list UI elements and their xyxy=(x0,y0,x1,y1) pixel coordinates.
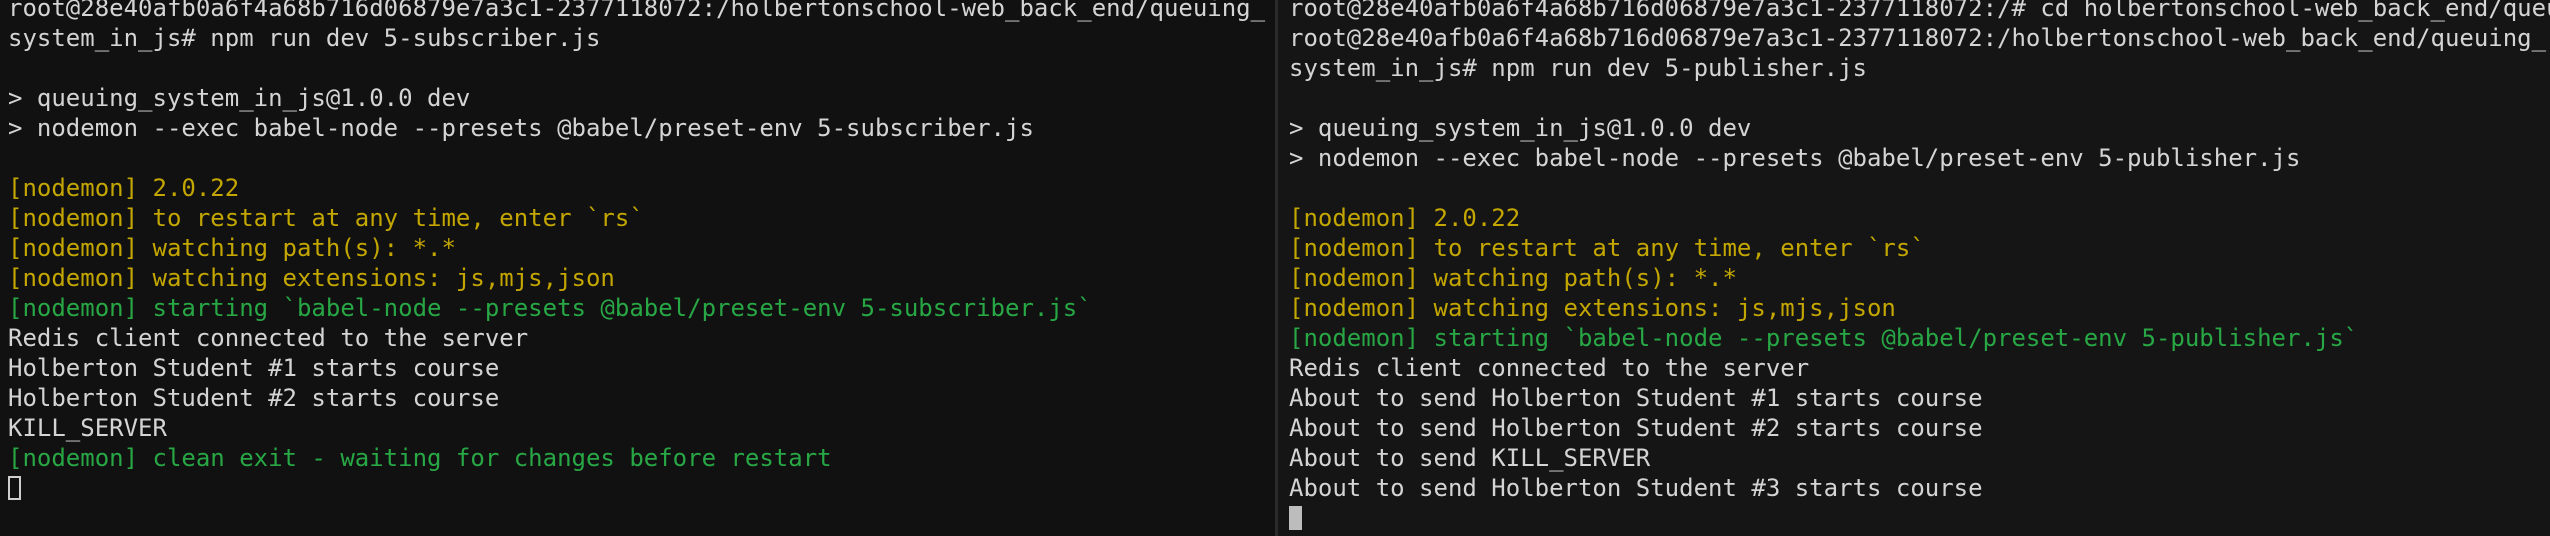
terminal-line: > nodemon --exec babel-node --presets @b… xyxy=(1289,144,2301,172)
terminal-line: [nodemon] 2.0.22 xyxy=(8,174,240,202)
terminal-line: About to send Holberton Student #1 start… xyxy=(1289,384,1983,412)
terminal-prompt-line xyxy=(1289,503,2550,533)
terminal-line: About to send Holberton Student #3 start… xyxy=(1289,474,1983,502)
terminal-line: [nodemon] starting `babel-node --presets… xyxy=(1289,324,2359,352)
terminal-line: [nodemon] watching extensions: js,mjs,js… xyxy=(8,264,615,292)
terminal-line: > nodemon --exec babel-node --presets @b… xyxy=(8,114,1034,142)
terminal-line: [nodemon] to restart at any time, enter … xyxy=(1289,234,1925,262)
publisher-terminal-output: root@28e40afb0a6f4a68b716d06879e7a3c1-23… xyxy=(1289,0,2550,533)
terminal-line: [nodemon] 2.0.22 xyxy=(1289,204,1521,232)
subscriber-terminal-pane[interactable]: root@28e40afb0a6f4a68b716d06879e7a3c1-23… xyxy=(0,0,1275,536)
terminal-line: [nodemon] watching extensions: js,mjs,js… xyxy=(1289,294,1896,322)
terminal-line: root@28e40afb0a6f4a68b716d06879e7a3c1-23… xyxy=(8,0,1266,22)
terminal-line: root@28e40afb0a6f4a68b716d06879e7a3c1-23… xyxy=(1289,24,2547,52)
terminal-line: About to send Holberton Student #2 start… xyxy=(1289,414,1983,442)
terminal-line: [nodemon] watching path(s): *.* xyxy=(1289,264,1737,292)
terminal-line: Redis client connected to the server xyxy=(1289,354,1810,382)
terminal-line: [nodemon] watching path(s): *.* xyxy=(8,234,456,262)
terminal-line: > queuing_system_in_js@1.0.0 dev xyxy=(1289,114,1752,142)
subscriber-terminal-output: root@28e40afb0a6f4a68b716d06879e7a3c1-23… xyxy=(8,0,1275,503)
terminal-line: KILL_SERVER xyxy=(8,414,167,442)
terminal-line: system_in_js# npm run dev 5-subscriber.j… xyxy=(8,24,601,52)
terminal-workspace: root@28e40afb0a6f4a68b716d06879e7a3c1-23… xyxy=(0,0,2550,536)
terminal-line: [nodemon] to restart at any time, enter … xyxy=(8,204,644,232)
terminal-line: Holberton Student #1 starts course xyxy=(8,354,500,382)
terminal-cursor xyxy=(1289,506,1302,530)
terminal-line: [nodemon] starting `babel-node --presets… xyxy=(8,294,1092,322)
terminal-line: > queuing_system_in_js@1.0.0 dev xyxy=(8,84,471,112)
publisher-terminal-pane[interactable]: root@28e40afb0a6f4a68b716d06879e7a3c1-23… xyxy=(1275,0,2550,536)
terminal-prompt-line xyxy=(8,473,1275,503)
terminal-cursor xyxy=(8,476,21,500)
terminal-line: Redis client connected to the server xyxy=(8,324,529,352)
terminal-line: [nodemon] clean exit - waiting for chang… xyxy=(8,444,832,472)
terminal-line: system_in_js# npm run dev 5-publisher.js xyxy=(1289,54,1867,82)
terminal-line: About to send KILL_SERVER xyxy=(1289,444,1651,472)
terminal-line: root@28e40afb0a6f4a68b716d06879e7a3c1-23… xyxy=(1289,0,2550,22)
terminal-line: Holberton Student #2 starts course xyxy=(8,384,500,412)
